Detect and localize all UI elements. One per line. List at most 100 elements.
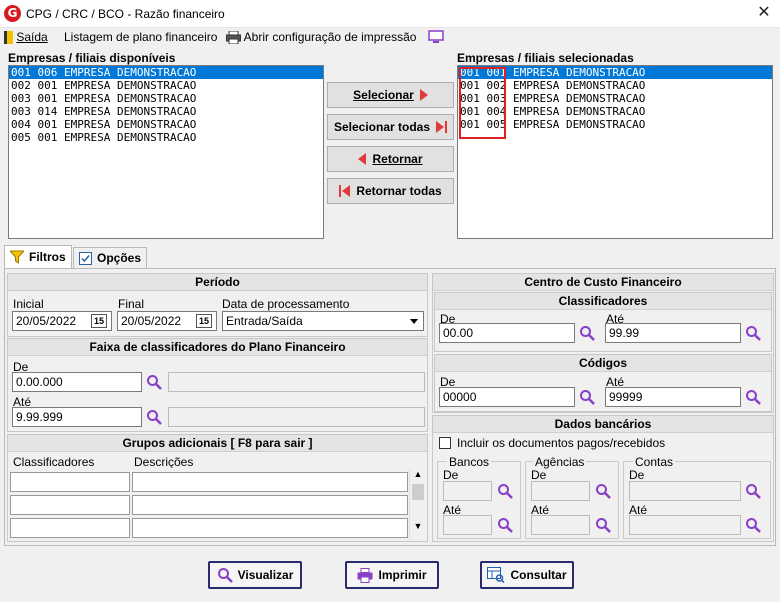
classificadores-subgroup: Classificadores xyxy=(434,292,772,352)
grid-cell[interactable] xyxy=(132,495,408,515)
grid-cell[interactable] xyxy=(10,472,130,492)
search-icon[interactable] xyxy=(497,517,513,533)
chevron-down-icon[interactable] xyxy=(405,313,422,329)
search-icon[interactable] xyxy=(497,483,513,499)
search-icon[interactable] xyxy=(745,325,761,341)
print-label: Imprimir xyxy=(378,568,427,582)
menu-bar: Saída Listagem de plano financeiro Abrir… xyxy=(0,28,780,48)
chevron-down-icon[interactable]: ▼ xyxy=(410,520,426,532)
arrow-right-icon xyxy=(419,89,428,101)
search-icon[interactable] xyxy=(146,409,162,425)
contas-label: Contas xyxy=(633,455,676,469)
print-config-label: Abrir configuração de impressão xyxy=(243,30,417,44)
printer-icon xyxy=(357,567,373,583)
monitor-icon[interactable] xyxy=(428,30,444,47)
search-icon[interactable] xyxy=(745,389,761,405)
funnel-icon xyxy=(10,250,24,264)
faixa-de-desc xyxy=(168,372,425,392)
final-label: Final xyxy=(118,297,145,311)
agencias-label: Agências xyxy=(533,455,587,469)
classificadores-title: Classificadores xyxy=(435,293,771,310)
cod-ate-input[interactable]: 99999 xyxy=(605,387,741,407)
available-list[interactable]: 001 006 EMPRESA DEMONSTRACAO 002 001 EMP… xyxy=(8,65,324,239)
grid-cell[interactable] xyxy=(132,518,408,538)
grupos-grid xyxy=(10,468,408,540)
search-icon xyxy=(217,568,233,583)
exit-menu[interactable]: Saída xyxy=(4,30,48,45)
list-item[interactable]: 004 001 EMPRESA DEMONSTRACAO xyxy=(9,118,323,131)
search-icon[interactable] xyxy=(745,483,761,499)
chevron-up-icon[interactable]: ▲ xyxy=(410,468,426,480)
search-icon[interactable] xyxy=(745,517,761,533)
exit-label: Saída xyxy=(16,30,48,44)
query-label: Consultar xyxy=(510,568,567,582)
contas-de-input[interactable] xyxy=(629,481,741,501)
door-icon xyxy=(4,31,13,45)
checkbox-icon xyxy=(79,251,92,265)
query-button[interactable]: Consultar xyxy=(480,561,574,589)
print-config-menu[interactable]: Abrir configuração de impressão xyxy=(226,30,417,45)
calendar-icon[interactable]: 15 xyxy=(91,314,107,328)
faixa-ate-input[interactable]: 9.99.999 xyxy=(12,407,142,427)
grid-cell[interactable] xyxy=(10,518,130,538)
selected-label: Empresas / filiais selecionadas xyxy=(457,51,634,65)
data-proc-select[interactable]: Entrada/Saída xyxy=(222,311,424,331)
data-proc-label: Data de processamento xyxy=(222,297,350,311)
search-icon[interactable] xyxy=(595,483,611,499)
dados-title: Dados bancários xyxy=(433,416,773,433)
arrow-left-icon xyxy=(358,153,367,165)
tab-filters-label: Filtros xyxy=(29,250,66,264)
include-checkbox[interactable] xyxy=(439,437,451,449)
search-icon[interactable] xyxy=(579,389,595,405)
agencias-de-label: De xyxy=(531,468,547,482)
search-icon[interactable] xyxy=(146,374,162,390)
col-classificadores: Classificadores xyxy=(13,455,95,469)
select-all-button[interactable]: Selecionar todas xyxy=(327,114,454,140)
printer-icon xyxy=(226,30,241,45)
list-item[interactable]: 005 001 EMPRESA DEMONSTRACAO xyxy=(9,131,323,144)
close-icon[interactable]: ✕ xyxy=(754,3,774,23)
bancos-ate-input[interactable] xyxy=(443,515,492,535)
search-icon[interactable] xyxy=(579,325,595,341)
class-ate-input[interactable]: 99.99 xyxy=(605,323,741,343)
agencias-de-input[interactable] xyxy=(531,481,590,501)
window-title: CPG / CRC / BCO - Razão financeiro xyxy=(26,7,225,21)
return-all-button[interactable]: Retornar todas xyxy=(327,178,454,204)
table-search-icon xyxy=(487,567,506,583)
search-icon[interactable] xyxy=(595,517,611,533)
tab-options[interactable]: Opções xyxy=(73,247,147,268)
include-label: Incluir os documentos pagos/recebidos xyxy=(457,436,666,450)
return-all-label: Retornar todas xyxy=(356,184,442,198)
faixa-de-input[interactable]: 0.00.000 xyxy=(12,372,142,392)
scrollbar-thumb[interactable] xyxy=(412,484,424,500)
list-item[interactable]: 003 001 EMPRESA DEMONSTRACAO xyxy=(9,92,323,105)
print-button[interactable]: Imprimir xyxy=(345,561,439,589)
faixa-title: Faixa de classificadores do Plano Financ… xyxy=(8,339,427,356)
tab-filters[interactable]: Filtros xyxy=(4,245,72,268)
grid-cell[interactable] xyxy=(132,472,408,492)
cod-de-input[interactable]: 00000 xyxy=(439,387,575,407)
highlight-annotation xyxy=(459,67,506,139)
contas-ate-input[interactable] xyxy=(629,515,741,535)
grid-scrollbar[interactable]: ▲ ▼ xyxy=(409,468,426,540)
select-button[interactable]: Selecionar xyxy=(327,82,454,108)
codigos-title: Códigos xyxy=(435,355,771,372)
arrow-right-end-icon xyxy=(436,121,448,133)
agencias-ate-input[interactable] xyxy=(531,515,590,535)
chart-list-menu[interactable]: Listagem de plano financeiro xyxy=(64,30,217,44)
bancos-de-input[interactable] xyxy=(443,481,492,501)
app-logo-icon: G xyxy=(4,5,21,22)
grid-cell[interactable] xyxy=(10,495,130,515)
class-de-input[interactable]: 00.00 xyxy=(439,323,575,343)
contas-de-label: De xyxy=(629,468,645,482)
return-button[interactable]: Retornar xyxy=(327,146,454,172)
select-label: Selecionar xyxy=(353,88,414,102)
available-label: Empresas / filiais disponíveis xyxy=(8,51,176,65)
view-button[interactable]: Visualizar xyxy=(208,561,302,589)
centro-title: Centro de Custo Financeiro xyxy=(433,274,773,291)
list-item[interactable]: 003 014 EMPRESA DEMONSTRACAO xyxy=(9,105,323,118)
calendar-icon[interactable]: 15 xyxy=(196,314,212,328)
title-bar: G CPG / CRC / BCO - Razão financeiro ✕ xyxy=(0,0,780,28)
list-item[interactable]: 002 001 EMPRESA DEMONSTRACAO xyxy=(9,79,323,92)
list-item[interactable]: 001 006 EMPRESA DEMONSTRACAO xyxy=(9,66,323,79)
